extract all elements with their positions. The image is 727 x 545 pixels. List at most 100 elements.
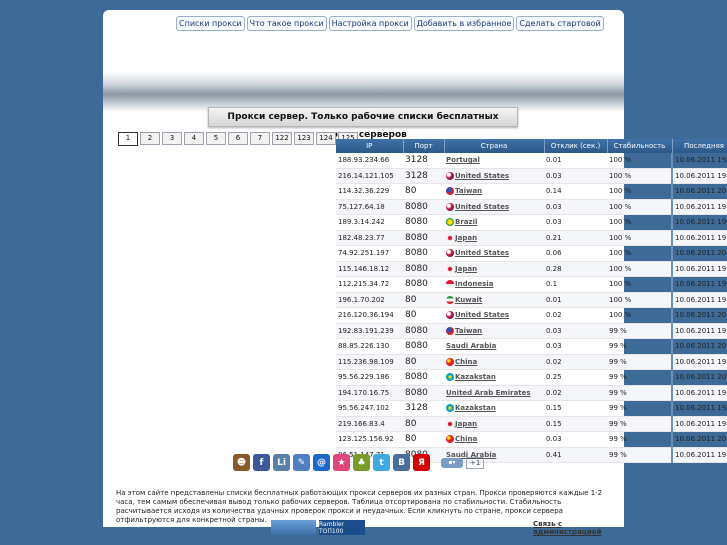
bobrdobr-icon[interactable]: ☻	[233, 454, 250, 471]
port-cell: 8080	[403, 245, 444, 262]
page-link-2[interactable]: 2	[140, 132, 160, 145]
table-row: 219.166.83.4 80 Japan 0.15 99 % 10.06.2011 19…	[336, 416, 727, 432]
stability-cell: 99 %	[607, 447, 673, 463]
last-check-cell: 10.06.2011 19:2	[672, 276, 727, 293]
page-link-1[interactable]: 1	[118, 132, 138, 146]
port-cell: 80	[403, 431, 444, 448]
admin-contact-link[interactable]: Связь с администрацией	[533, 520, 624, 536]
country-filter-link[interactable]: Kazakstan	[455, 404, 496, 412]
stability-cell: 100 %	[607, 214, 673, 231]
page-link-3[interactable]: 3	[162, 132, 182, 145]
page-link-124[interactable]: 124	[316, 132, 336, 145]
header-last-check[interactable]: Последняя	[672, 139, 727, 153]
response-cell: 0.25	[544, 369, 607, 386]
country-filter-link[interactable]: Taiwan	[455, 327, 482, 335]
flag-icon	[446, 435, 454, 444]
country-filter-link[interactable]: China	[455, 358, 477, 366]
nav-proxy-settings-button[interactable]: Настройка прокси	[328, 16, 412, 31]
mail-ru-icon[interactable]: @	[313, 454, 330, 471]
last-check-cell: 10.06.2011 19:4	[672, 416, 727, 432]
header-gradient-band	[103, 72, 624, 112]
country-filter-link[interactable]: Japan	[455, 234, 477, 242]
page-link-123[interactable]: 123	[294, 132, 314, 145]
header-port[interactable]: Порт	[403, 139, 445, 153]
page-link-6[interactable]: 6	[228, 132, 248, 145]
country-filter-link[interactable]: Saudi Arabia	[446, 342, 496, 350]
flag-icon	[446, 249, 454, 258]
last-check-cell: 10.06.2011 20:3	[672, 183, 727, 200]
port-cell: 80	[403, 183, 444, 200]
stability-cell: 99 %	[607, 338, 673, 355]
moi-krug-icon[interactable]: ♣	[353, 454, 370, 471]
country-filter-link[interactable]: Portugal	[446, 156, 480, 164]
twitter-icon[interactable]: t	[373, 454, 390, 471]
country-filter-link[interactable]: United Arab Emirates	[446, 389, 531, 397]
country-filter-link[interactable]: United States	[455, 203, 509, 211]
flag-icon	[446, 264, 454, 273]
flag-icon	[446, 419, 454, 428]
nav-make-homepage-button[interactable]: Сделать стартовой	[516, 16, 604, 31]
page-link-122[interactable]: 122	[272, 132, 292, 145]
country-filter-link[interactable]: United States	[455, 311, 509, 319]
flag-icon	[446, 404, 454, 413]
vkontakte-icon[interactable]: B	[393, 454, 410, 471]
page-link-4[interactable]: 4	[184, 132, 204, 145]
last-check-cell: 10.06.2011 19:2	[672, 323, 727, 339]
table-row: 115.236.98.109 80 China 0.02 99 % 10.06.2011 …	[336, 354, 727, 370]
table-row: 194.170.16.75 8080 United Arab Emirates 0.0…	[336, 385, 727, 401]
nav-proxy-lists-button[interactable]: Списки прокси	[176, 16, 245, 31]
top-navigation: Списки прокси Что такое прокси Настройка…	[176, 16, 604, 31]
nav-add-favorites-button[interactable]: Добавить в избранное	[413, 16, 515, 31]
header-stability[interactable]: Стабильность	[607, 139, 673, 153]
header-ip[interactable]: IP	[336, 139, 404, 153]
response-cell: 0.06	[544, 245, 607, 262]
country-filter-link[interactable]: Brazil	[455, 218, 477, 226]
facebook-icon[interactable]: f	[253, 454, 270, 471]
country-cell: Brazil	[444, 214, 544, 231]
nav-what-is-proxy-button[interactable]: Что такое прокси	[246, 16, 327, 31]
last-check-cell: 10.06.2011 19:1	[672, 214, 727, 231]
liveinternet-icon[interactable]: Li	[273, 454, 290, 471]
port-cell: 80	[403, 292, 444, 308]
response-cell: 0.03	[544, 214, 607, 231]
country-filter-link[interactable]: Japan	[455, 420, 477, 428]
livejournal-icon[interactable]: ✎	[293, 454, 310, 471]
plus-one-button[interactable]: +1	[466, 456, 485, 469]
response-cell: 0.01	[544, 292, 607, 308]
country-cell: China	[444, 431, 544, 448]
header-response[interactable]: Отклик (сек.)	[544, 139, 608, 153]
stability-cell: 99 %	[607, 385, 673, 401]
country-filter-link[interactable]: Indonesia	[455, 280, 493, 288]
ip-cell: 115.146.18.12	[336, 261, 403, 277]
country-filter-link[interactable]: Kazakstan	[455, 373, 496, 381]
country-cell: Kuwait	[444, 292, 544, 308]
last-check-cell: 10.06.2011 20:0	[672, 431, 727, 448]
country-filter-link[interactable]: United States	[455, 172, 509, 180]
flag-icon	[446, 187, 454, 196]
ip-cell: 196.1.70.202	[336, 292, 403, 308]
country-filter-link[interactable]: China	[455, 435, 477, 443]
country-cell: United States	[444, 307, 544, 324]
counter-badge[interactable]	[271, 520, 316, 535]
last-check-cell: 10.06.2011 19:5	[672, 153, 727, 169]
flag-icon	[446, 280, 454, 289]
port-cell: 3128	[403, 153, 444, 169]
header-country[interactable]: Страна	[444, 139, 545, 153]
port-cell: 8080	[403, 276, 444, 293]
country-filter-link[interactable]: Kuwait	[455, 296, 482, 304]
page-link-5[interactable]: 5	[206, 132, 226, 145]
country-filter-link[interactable]: Japan	[455, 265, 477, 273]
rambler-top100-badge[interactable]: Rambler ТОП100	[319, 520, 365, 535]
country-filter-link[interactable]: United States	[455, 249, 509, 257]
yandex-icon[interactable]: Я	[413, 454, 430, 471]
page-link-7[interactable]: 7	[250, 132, 270, 145]
share-more-icon[interactable]: ▪▾	[441, 457, 463, 468]
country-cell: Taiwan	[444, 323, 544, 339]
pagination: 1 2 3 4 5 6 7 122 123 124 125	[118, 132, 358, 146]
memori-icon[interactable]: ★	[333, 454, 350, 471]
flag-icon	[446, 295, 454, 304]
response-cell: 0.21	[544, 230, 607, 246]
country-filter-link[interactable]: Taiwan	[455, 187, 482, 195]
table-row: 115.146.18.12 8080 Japan 0.28 100 % 10.06.201…	[336, 261, 727, 277]
table-row: 95.56.229.186 8080 Kazakstan 0.25 99 % 10.06.…	[336, 369, 727, 386]
